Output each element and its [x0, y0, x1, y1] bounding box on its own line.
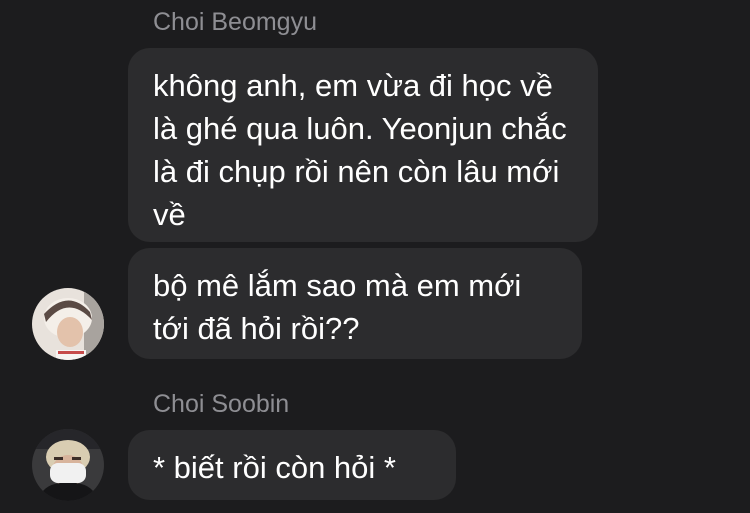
avatar-image — [32, 288, 104, 360]
avatar-image — [32, 429, 104, 501]
message-bubble[interactable]: bộ mê lắm sao mà em mới tới đã hỏi rồi?? — [128, 248, 582, 359]
sender-name-beomgyu: Choi Beomgyu — [153, 8, 317, 36]
avatar-beomgyu[interactable] — [32, 288, 104, 360]
message-text: * biết rồi còn hỏi * — [153, 450, 396, 485]
message-bubble[interactable]: không anh, em vừa đi học về là ghé qua l… — [128, 48, 598, 242]
message-text: không anh, em vừa đi học về là ghé qua l… — [153, 68, 567, 232]
sender-name-soobin: Choi Soobin — [153, 390, 290, 418]
avatar-soobin[interactable] — [32, 429, 104, 501]
message-bubble[interactable]: * biết rồi còn hỏi * — [128, 430, 456, 500]
message-text: bộ mê lắm sao mà em mới tới đã hỏi rồi?? — [153, 268, 522, 346]
